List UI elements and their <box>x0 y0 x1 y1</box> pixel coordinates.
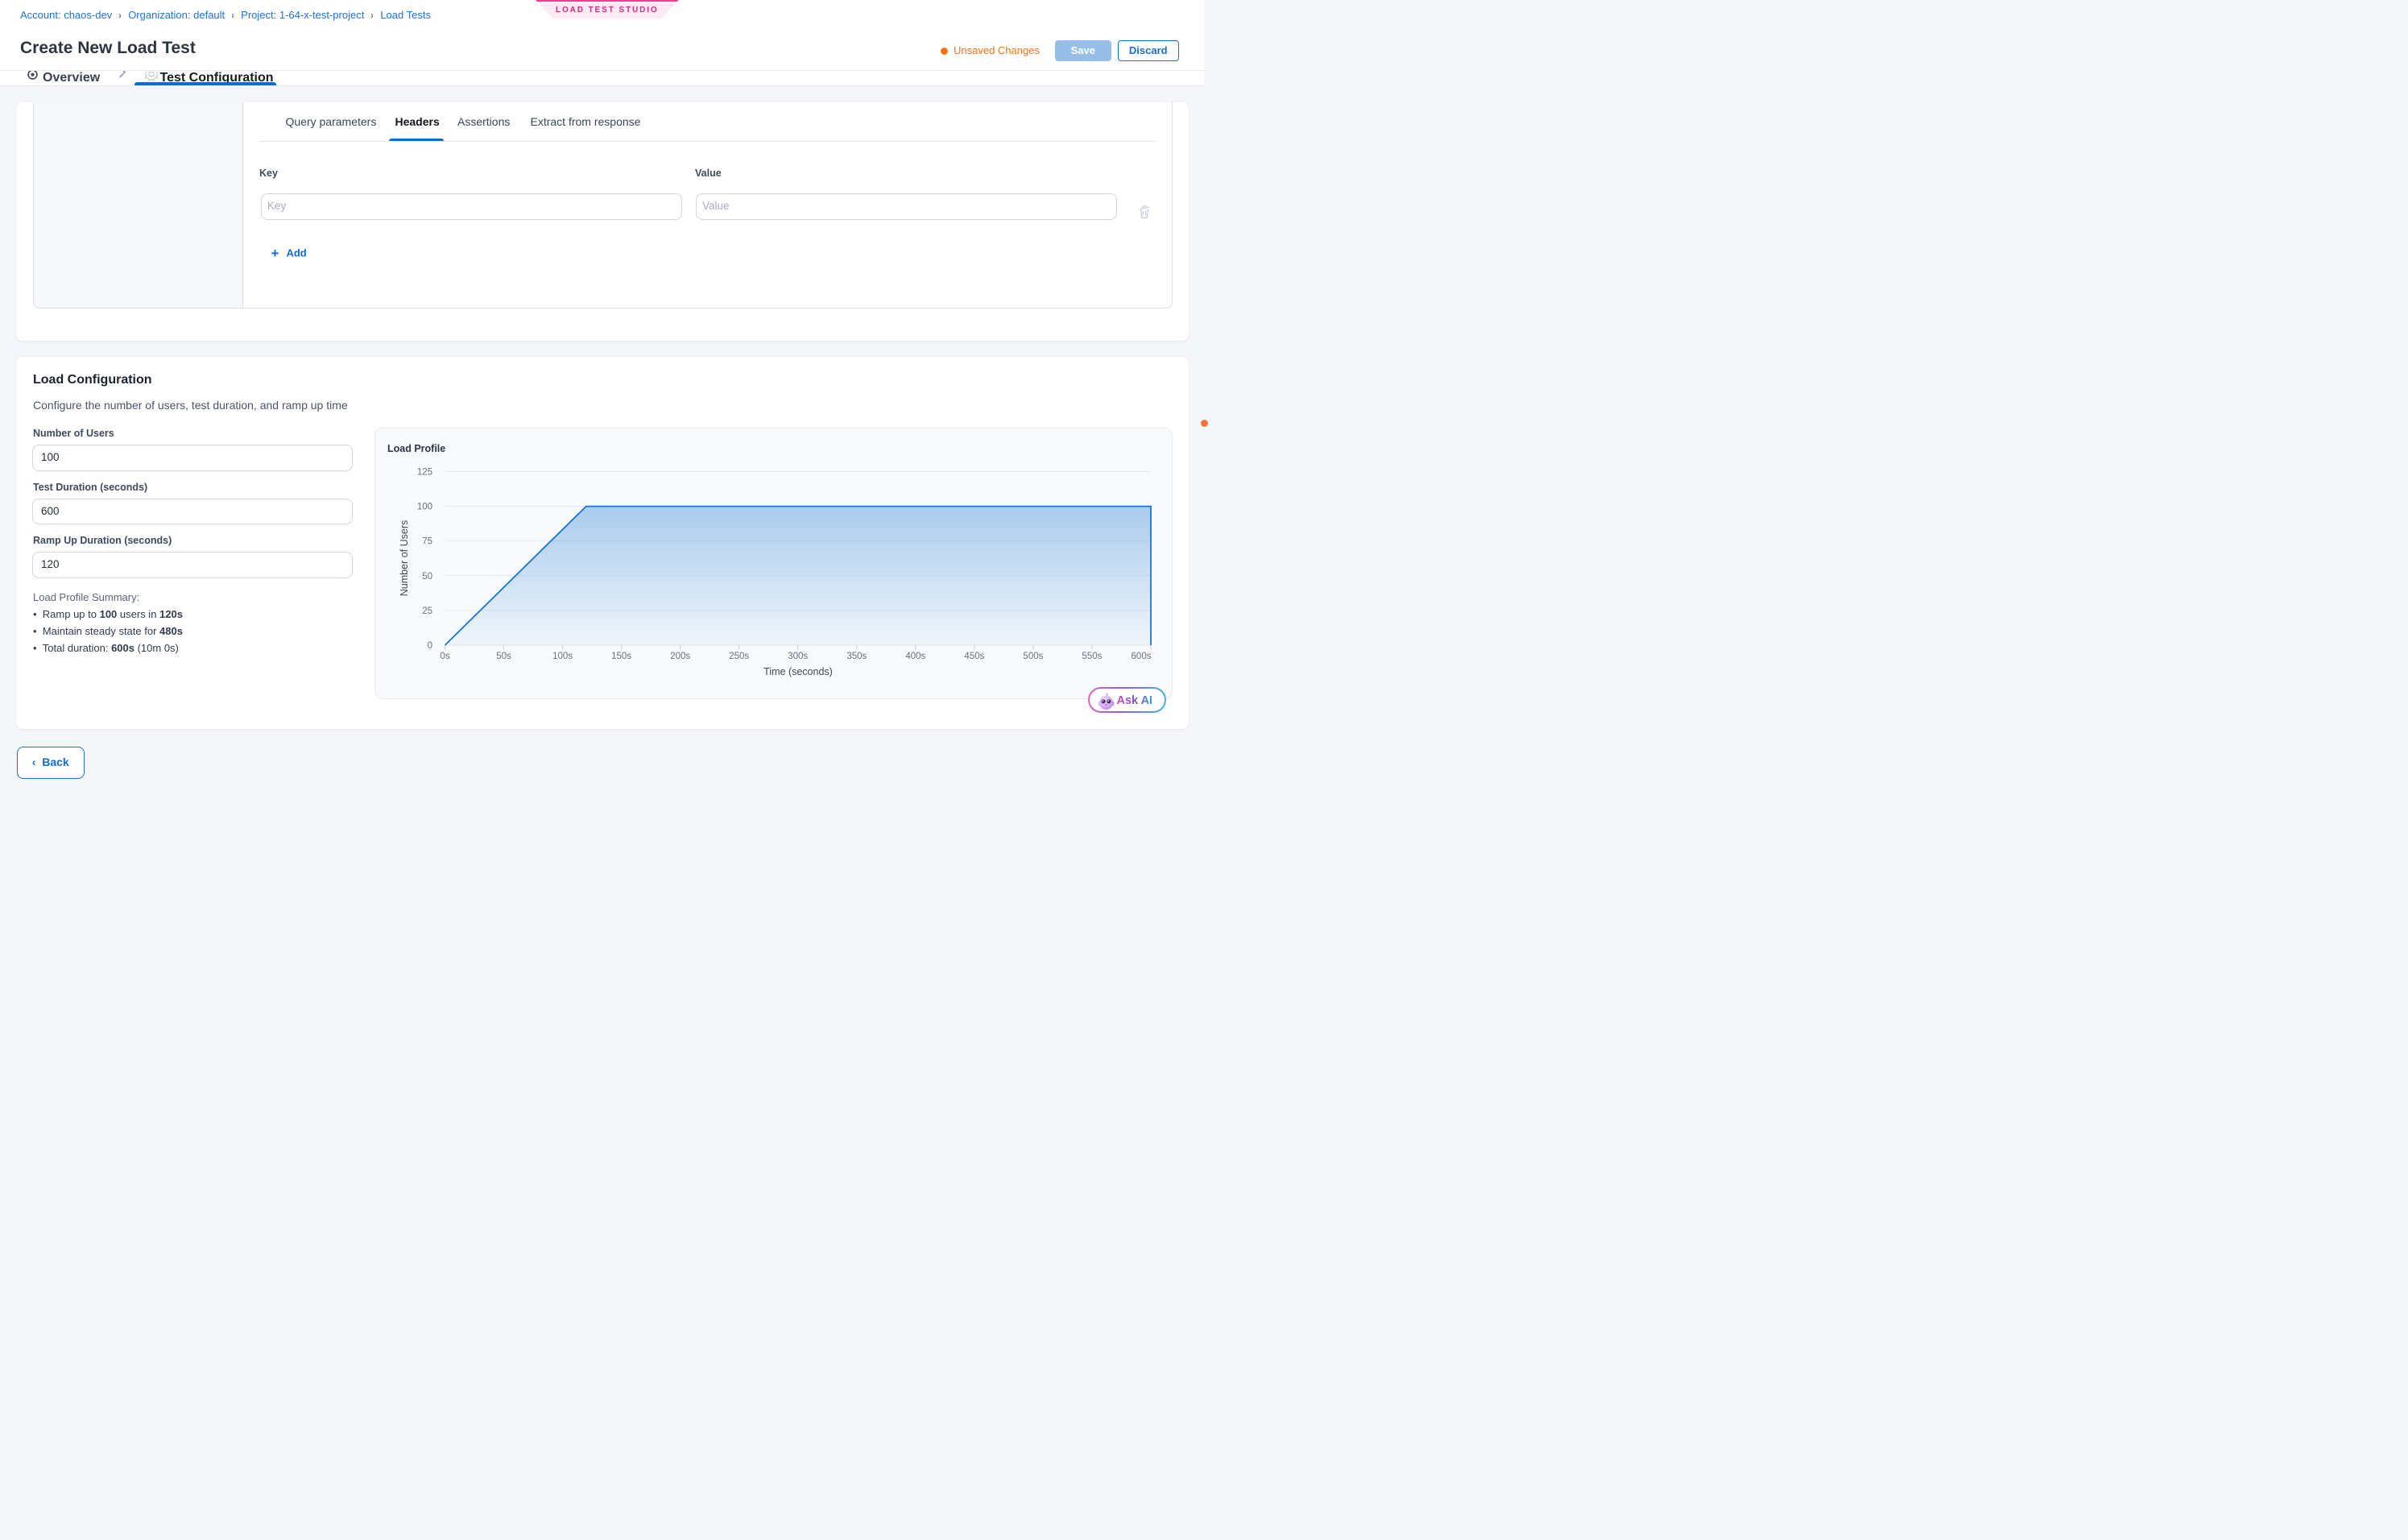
svg-text:50s: 50s <box>496 652 511 661</box>
svg-text:125: 125 <box>417 468 432 478</box>
svg-text:50: 50 <box>422 572 432 582</box>
svg-text:350s: 350s <box>846 652 867 661</box>
svg-text:600s: 600s <box>1132 652 1152 661</box>
svg-text:75: 75 <box>422 537 432 547</box>
svg-text:200s: 200s <box>670 652 690 661</box>
svg-text:100s: 100s <box>552 652 573 661</box>
svg-text:Time (seconds): Time (seconds) <box>763 666 833 677</box>
svg-text:0s: 0s <box>440 652 449 661</box>
svg-text:250s: 250s <box>729 652 749 661</box>
svg-text:0: 0 <box>428 641 432 651</box>
svg-text:500s: 500s <box>1023 652 1043 661</box>
svg-text:300s: 300s <box>788 652 808 661</box>
svg-text:100: 100 <box>417 503 432 512</box>
svg-text:150s: 150s <box>611 652 631 661</box>
svg-text:Load Profile: Load Profile <box>387 443 445 454</box>
svg-text:550s: 550s <box>1082 652 1102 661</box>
svg-text:450s: 450s <box>964 652 984 661</box>
svg-text:25: 25 <box>422 606 432 616</box>
svg-text:400s: 400s <box>905 652 925 661</box>
svg-text:Number of Users: Number of Users <box>399 520 410 596</box>
